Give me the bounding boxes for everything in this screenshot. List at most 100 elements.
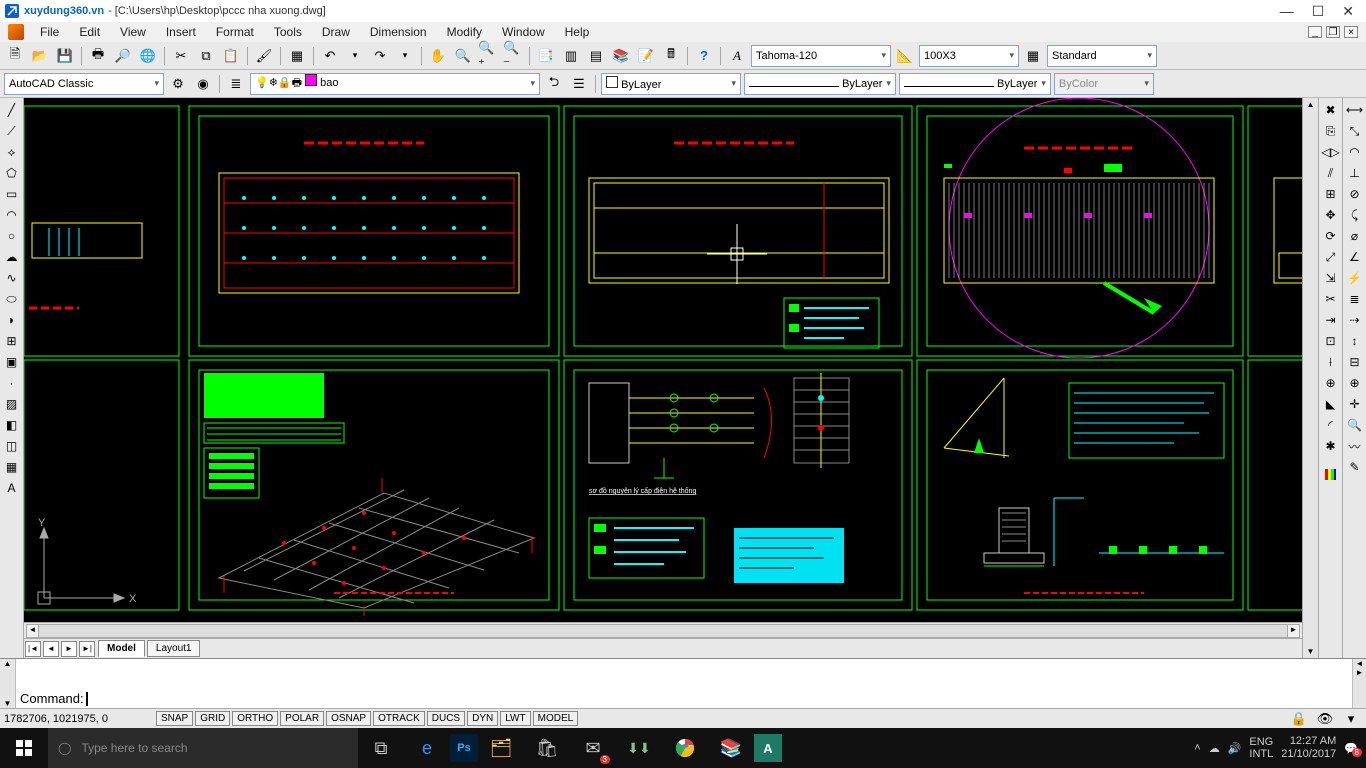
status-ortho[interactable]: ORTHO [232,711,278,726]
status-osnap[interactable]: OSNAP [326,711,371,726]
menu-file[interactable]: File [30,23,69,41]
markup-icon[interactable]: 📝 [635,45,657,67]
cut-icon[interactable]: ✂ [170,45,192,67]
mtext-icon[interactable]: A [2,478,22,498]
tray-volume-icon[interactable]: 🔊 [1228,742,1242,755]
layer-manager-icon[interactable]: ≣ [225,73,247,95]
workspace-toggle-icon[interactable]: ◉ [192,73,214,95]
insert-block-icon[interactable]: ⊞ [2,331,22,351]
task-view-icon[interactable]: ⧉ [358,728,404,768]
status-annotation-scale-icon[interactable]: 🔒 [1288,708,1310,730]
tab-layout1[interactable]: Layout1 [147,640,201,657]
status-annotation-visibility-icon[interactable]: 👁 [1314,708,1336,730]
quick-dim-icon[interactable]: ⚡ [1345,268,1365,288]
menu-tools[interactable]: Tools [264,23,312,41]
erase-icon[interactable]: ✖ [1321,100,1341,120]
menu-view[interactable]: View [110,23,156,41]
array-icon[interactable]: ⊞ [1321,184,1341,204]
polyline-icon[interactable]: ⟡ [2,142,22,162]
table-icon[interactable]: ▦ [2,457,22,477]
offset-icon[interactable]: ⫽ [1321,163,1341,183]
new-icon[interactable]: 🗎 [4,45,26,67]
tray-notifications-icon[interactable]: 💬8 [1344,742,1358,755]
photoshop-icon[interactable]: Ps [450,734,478,762]
dim-space-icon[interactable]: ↕ [1345,331,1365,351]
rectangle-icon[interactable]: ▭ [2,184,22,204]
drawing-area[interactable]: sơ đồ nguyên lý cấp điện hệ thống [24,98,1302,658]
close-button[interactable]: ✕ [1342,3,1354,20]
zoom-realtime-icon[interactable]: 🔍 [452,45,474,67]
publish-icon[interactable]: 🌐 [137,45,159,67]
zoom-window-icon[interactable]: 🔍⁺ [477,45,499,67]
doc-restore-button[interactable]: ❐ [1326,26,1340,38]
menu-insert[interactable]: Insert [156,23,206,41]
tab-model[interactable]: Model [98,640,145,657]
block-editor-icon[interactable]: ▦ [286,45,308,67]
autocad-taskbar-icon[interactable]: A [754,734,782,762]
menu-modify[interactable]: Modify [437,23,492,41]
spline-icon[interactable]: ∿ [2,268,22,288]
redo-icon[interactable]: ↷ [369,45,391,67]
ellipse-icon[interactable]: ⬭ [2,289,22,309]
idm-icon[interactable]: ⬇⬇ [616,728,662,768]
mail-icon[interactable]: ✉3 [570,728,616,768]
design-center-icon[interactable]: ▥ [560,45,582,67]
dim-aligned-icon[interactable]: ⤡ [1345,121,1365,141]
help-icon[interactable]: ? [693,45,715,67]
status-model-space[interactable]: MODEL [533,711,579,726]
dim-style-icon[interactable]: 📐 [894,45,916,67]
sheet-set-icon[interactable]: 📚 [610,45,632,67]
tolerance-icon[interactable]: ⊕ [1345,373,1365,393]
layer-previous-icon[interactable]: ⮌ [543,73,565,95]
vscroll-up-icon[interactable]: ▲ [1307,100,1315,109]
save-icon[interactable]: 💾 [54,45,76,67]
copy-obj-icon[interactable]: ⎘ [1321,121,1341,141]
store-icon[interactable]: 🛍 [524,728,570,768]
lineweight-select[interactable]: ByLayer▾ [899,73,1051,95]
dim-break-icon[interactable]: ⊟ [1345,352,1365,372]
status-ducs[interactable]: DUCS [427,711,465,726]
scale-icon[interactable]: ⤢ [1321,247,1341,267]
layer-color-icon[interactable] [1321,464,1341,484]
menu-help[interactable]: Help [555,23,600,41]
tool-palette-icon[interactable]: ▤ [585,45,607,67]
status-snap[interactable]: SNAP [156,711,193,726]
dim-angular-icon[interactable]: ∠ [1345,247,1365,267]
command-line[interactable]: ▲▼ Command: ◄► [0,658,1366,708]
tab-last-icon[interactable]: ►| [79,641,95,657]
plotstyle-select[interactable]: ByColor▾ [1054,73,1154,95]
fillet-icon[interactable]: ◜ [1321,415,1341,435]
polygon-icon[interactable]: ⬠ [2,163,22,183]
color-select[interactable]: ByLayer▾ [601,73,741,95]
table-style-icon[interactable]: ▦ [1022,45,1044,67]
circle-icon[interactable]: ○ [2,226,22,246]
vscroll-down-icon[interactable]: ▼ [1307,647,1315,656]
status-lwt[interactable]: LWT [500,711,530,726]
status-tray-icon[interactable]: ▾ [1340,708,1362,730]
region-icon[interactable]: ◫ [2,436,22,456]
construction-line-icon[interactable]: ⟋ [2,121,22,141]
chrome-icon[interactable] [662,728,708,768]
stretch-icon[interactable]: ⇲ [1321,268,1341,288]
rotate-icon[interactable]: ⟳ [1321,226,1341,246]
menu-dimension[interactable]: Dimension [360,23,437,41]
layer-select[interactable]: 💡❄🔒🖶 bao ▾ [250,73,540,95]
dim-continue-icon[interactable]: ⇢ [1345,310,1365,330]
tray-chevron-icon[interactable]: ˄ [1194,742,1200,754]
dim-jog-line-icon[interactable]: 〰 [1345,436,1365,456]
match-props-icon[interactable]: 🖌 [253,45,275,67]
redo-dropdown-icon[interactable]: ▾ [394,45,416,67]
edge-icon[interactable]: e [404,728,450,768]
tray-lang1[interactable]: ENG [1249,736,1273,748]
line-icon[interactable]: ╱ [2,100,22,120]
app-menu-icon[interactable] [8,24,24,40]
undo-icon[interactable]: ↶ [319,45,341,67]
menu-window[interactable]: Window [492,23,555,41]
status-otrack[interactable]: OTRACK [373,711,425,726]
dim-linear-icon[interactable]: ⟷ [1345,100,1365,120]
center-mark-icon[interactable]: ✛ [1345,394,1365,414]
copy-icon[interactable]: ⧉ [195,45,217,67]
chamfer-icon[interactable]: ◣ [1321,394,1341,414]
tray-lang2[interactable]: INTL [1249,748,1273,760]
open-icon[interactable]: 📂 [29,45,51,67]
